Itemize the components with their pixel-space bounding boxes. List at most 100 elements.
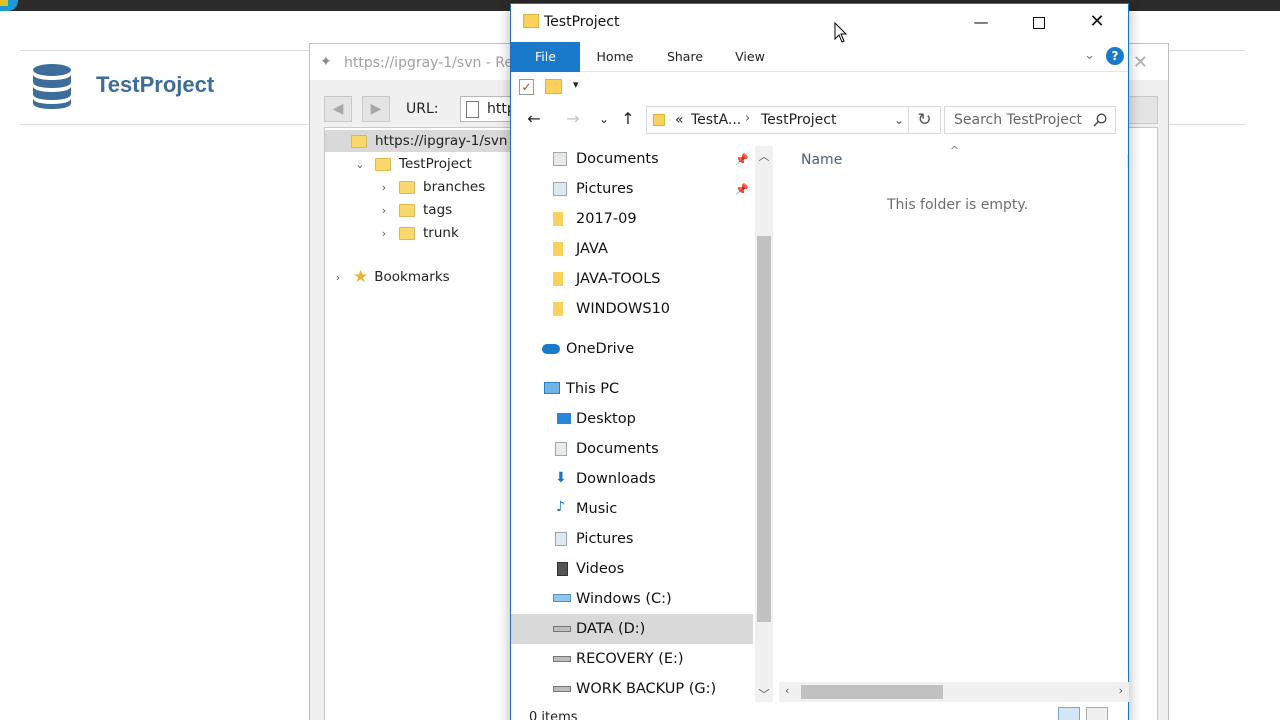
breadcrumb-overflow[interactable]: « [675,112,684,128]
repo-toolbar-right [1124,96,1158,124]
forward-button[interactable]: → [562,108,584,130]
nav-item-downloads[interactable]: ⬇ Downloads [511,464,753,494]
address-bar[interactable]: « TestA... › TestProject ⌄ [646,106,909,134]
customize-toolbar-icon[interactable]: ▾ [573,78,579,91]
tree-item-root[interactable]: https://ipgray-1/svn [325,130,513,152]
search-input[interactable]: Search TestProject [944,106,1116,134]
scroll-right-icon[interactable]: › [1119,684,1123,697]
breadcrumb-current[interactable]: TestProject [761,112,836,128]
navigation-scrollbar[interactable]: ︿ ﹀ [755,146,773,702]
app-logo-accent [0,0,8,6]
nav-item-drive-e[interactable]: RECOVERY (E:) [511,644,753,674]
nav-item-windows10[interactable]: WINDOWS10 [511,294,753,324]
expand-ribbon-icon[interactable]: ⌄ [1084,48,1095,63]
nav-item-videos[interactable]: Videos [511,554,753,584]
horizontal-scrollbar[interactable]: ‹ › [779,682,1129,702]
file-list[interactable]: ^ Name This folder is empty. [779,144,1129,704]
pin-icon[interactable]: 📌 [735,153,749,166]
new-folder-icon[interactable] [545,79,562,94]
tab-home[interactable]: Home [589,42,641,72]
pictures-icon [553,182,567,196]
nav-item-pc-pictures[interactable]: Pictures [511,524,753,554]
nav-item-pc-documents[interactable]: Documents [511,434,753,464]
repo-forward-button[interactable]: ▶ [362,96,390,122]
address-row: ← → ⌄ ↑ « TestA... › TestProject ⌄ ↻ Sea… [511,104,1128,136]
column-header-name[interactable]: Name [801,152,842,168]
window-title: TestProject [544,14,620,30]
documents-icon [553,152,567,166]
repo-tree[interactable]: https://ipgray-1/svn ⌄ TestProject › bra… [324,127,514,720]
nav-item-drive-c[interactable]: Windows (C:) [511,584,753,614]
nav-item-pictures[interactable]: Pictures 📌 [511,174,753,204]
maximize-button[interactable] [1010,4,1068,40]
large-icons-view-icon[interactable] [1086,707,1108,720]
repo-close-icon[interactable]: ✕ [1133,52,1148,73]
back-button[interactable]: ← [523,108,545,130]
address-dropdown-icon[interactable]: ⌄ [894,113,904,127]
nav-item-documents[interactable]: Documents 📌 [511,144,753,174]
recent-locations-button[interactable]: ⌄ [593,108,615,130]
up-button[interactable]: ↑ [617,108,639,130]
breadcrumb-separator-icon[interactable]: › [745,111,750,126]
help-button[interactable]: ? [1106,47,1124,65]
tree-item-bookmarks[interactable]: › ★ Bookmarks [331,266,450,288]
chevron-right-icon[interactable]: › [331,271,345,284]
tree-item-label: https://ipgray-1/svn [375,133,508,149]
folder-icon [553,212,563,226]
scroll-up-icon[interactable]: ︿ [755,148,773,164]
nav-item-label: WINDOWS10 [576,301,671,317]
nav-item-label: Documents [576,441,659,457]
tab-share[interactable]: Share [659,42,711,72]
navigation-pane[interactable]: Documents 📌 Pictures 📌 2017-09 JAVA JAVA… [511,144,773,720]
repo-icon [351,134,367,148]
chevron-right-icon[interactable]: › [377,204,391,217]
nav-item-label: 2017-09 [576,211,637,227]
nav-item-this-pc[interactable]: This PC [511,374,753,404]
search-icon[interactable] [1093,113,1107,127]
minimize-button[interactable]: — [952,4,1010,40]
scrollbar-thumb[interactable] [801,685,943,699]
status-item-count: 0 items [529,710,578,720]
breadcrumb-parent[interactable]: TestA... [691,112,741,128]
nav-item-label: JAVA [576,241,608,257]
maximize-icon [1033,16,1045,29]
tree-item-branches[interactable]: › branches [377,176,485,198]
properties-icon[interactable]: ✓ [519,79,534,95]
details-view-icon[interactable] [1058,707,1080,720]
column-divider[interactable] [1127,154,1128,168]
folder-icon [653,114,665,126]
folder-icon [553,242,563,256]
tree-item-testproject[interactable]: ⌄ TestProject [353,153,471,175]
pin-icon[interactable]: 📌 [735,183,749,196]
nav-item-label: This PC [566,381,620,397]
nav-item-desktop[interactable]: Desktop [511,404,753,434]
tree-item-tags[interactable]: › tags [377,199,452,221]
chevron-down-icon[interactable]: ⌄ [353,158,367,171]
chevron-right-icon[interactable]: › [377,181,391,194]
nav-item-label: Music [576,501,618,517]
scroll-down-icon[interactable]: ﹀ [755,686,773,702]
tab-view[interactable]: View [727,42,773,72]
desktop-icon [557,413,571,424]
nav-item-2017-09[interactable]: 2017-09 [511,204,753,234]
nav-item-drive-d[interactable]: DATA (D:) [511,614,753,644]
chevron-right-icon[interactable]: › [377,227,391,240]
tab-file[interactable]: File [511,42,580,72]
nav-item-onedrive[interactable]: OneDrive [511,334,753,364]
nav-item-music[interactable]: ♪ Music [511,494,753,524]
documents-icon [555,442,567,456]
explorer-window[interactable]: TestProject — ✕ File Home Share View ⌄ ?… [510,3,1129,720]
scrollbar-thumb[interactable] [757,236,771,622]
nav-item-java[interactable]: JAVA [511,234,753,264]
nav-item-java-tools[interactable]: JAVA-TOOLS [511,264,753,294]
nav-item-label: Downloads [576,471,656,487]
nav-item-drive-g[interactable]: WORK BACKUP (G:) [511,674,753,704]
repo-back-button[interactable]: ◀ [324,96,352,122]
tree-item-trunk[interactable]: › trunk [377,222,459,244]
desktop: TestProject ✦ https://ipgray-1/svn - Rep… [0,0,1280,720]
refresh-button[interactable]: ↻ [909,106,941,134]
nav-item-label: Documents [576,151,659,167]
close-button[interactable]: ✕ [1068,4,1126,40]
scroll-left-icon[interactable]: ‹ [785,684,789,697]
nav-item-label: Pictures [576,531,634,547]
